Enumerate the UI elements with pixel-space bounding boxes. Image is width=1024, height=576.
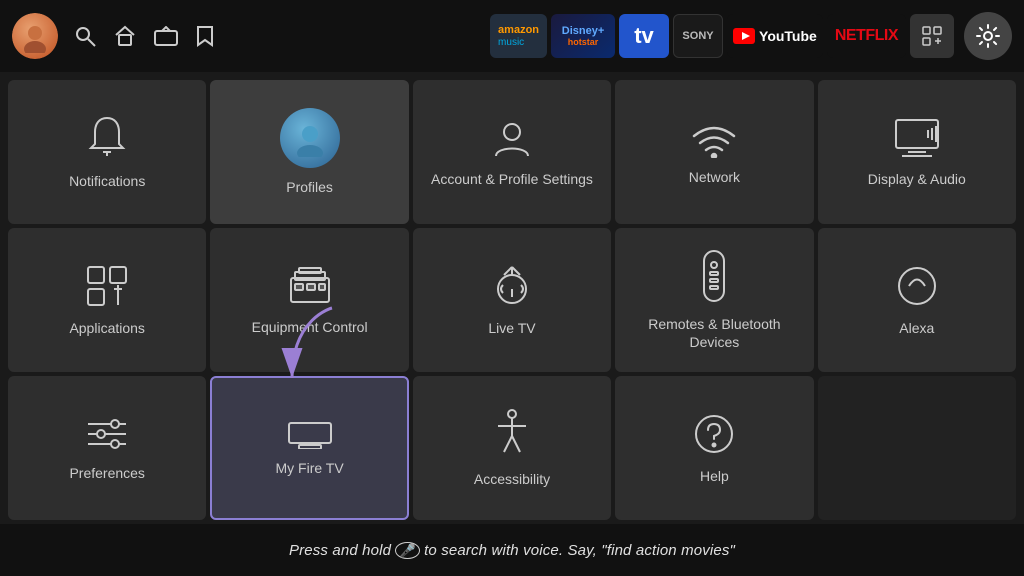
nav-icons <box>74 25 214 47</box>
cell-network[interactable]: Network <box>615 80 813 224</box>
app-netflix[interactable]: NETFLIX <box>827 14 906 58</box>
bottom-bar: Press and hold 🎤 to search with voice. S… <box>0 524 1024 576</box>
tv-button[interactable] <box>154 26 178 46</box>
cell-preferences-label: Preferences <box>69 464 144 482</box>
app-amazon-music[interactable]: amazon music <box>490 14 547 58</box>
cell-account[interactable]: Account & Profile Settings <box>413 80 611 224</box>
cell-live-tv-label: Live TV <box>488 319 535 337</box>
cell-alexa-label: Alexa <box>899 319 934 337</box>
cell-remotes-label: Remotes & Bluetooth Devices <box>625 315 803 351</box>
cell-help[interactable]: Help <box>615 376 813 520</box>
cell-accessibility-label: Accessibility <box>474 470 550 488</box>
settings-grid: Notifications Profiles <box>0 72 1024 524</box>
cell-profiles-label: Profiles <box>286 178 333 196</box>
bottom-text: Press and hold 🎤 to search with voice. S… <box>289 542 735 559</box>
cell-my-fire-tv[interactable]: My Fire TV <box>210 376 408 520</box>
cell-display-audio[interactable]: Display & Audio <box>818 80 1016 224</box>
cell-live-tv[interactable]: Live TV <box>413 228 611 372</box>
cell-equipment-control[interactable]: Equipment Control <box>210 228 408 372</box>
app-youtube[interactable]: YouTube <box>727 14 823 58</box>
cell-account-label: Account & Profile Settings <box>431 170 593 188</box>
cell-help-label: Help <box>700 467 729 485</box>
cell-preferences[interactable]: Preferences <box>8 376 206 520</box>
cell-notifications[interactable]: Notifications <box>8 80 206 224</box>
cell-notifications-label: Notifications <box>69 172 145 190</box>
cell-my-fire-tv-label: My Fire TV <box>275 459 343 477</box>
cell-applications[interactable]: Applications <box>8 228 206 372</box>
cell-network-label: Network <box>689 168 740 186</box>
cell-remotes[interactable]: Remotes & Bluetooth Devices <box>615 228 813 372</box>
nav-bar: amazon music Disney+ hotstar tv SONY You… <box>0 0 1024 72</box>
app-sony[interactable]: SONY <box>673 14 723 58</box>
settings-button[interactable] <box>964 12 1012 60</box>
cell-accessibility[interactable]: Accessibility <box>413 376 611 520</box>
cell-equipment-control-label: Equipment Control <box>252 318 368 336</box>
home-button[interactable] <box>114 25 136 47</box>
cell-display-audio-label: Display & Audio <box>868 170 966 188</box>
settings-grid-wrapper: Notifications Profiles <box>0 72 1024 524</box>
search-button[interactable] <box>74 25 96 47</box>
bookmark-button[interactable] <box>196 25 214 47</box>
cell-empty <box>818 376 1016 520</box>
avatar[interactable] <box>12 13 58 59</box>
cell-alexa[interactable]: Alexa <box>818 228 1016 372</box>
app-tv[interactable]: tv <box>619 14 669 58</box>
app-grid[interactable] <box>910 14 954 58</box>
app-disney[interactable]: Disney+ hotstar <box>551 14 615 58</box>
cell-profiles[interactable]: Profiles <box>210 80 408 224</box>
nav-apps: amazon music Disney+ hotstar tv SONY You… <box>490 12 1012 60</box>
cell-applications-label: Applications <box>69 319 145 337</box>
